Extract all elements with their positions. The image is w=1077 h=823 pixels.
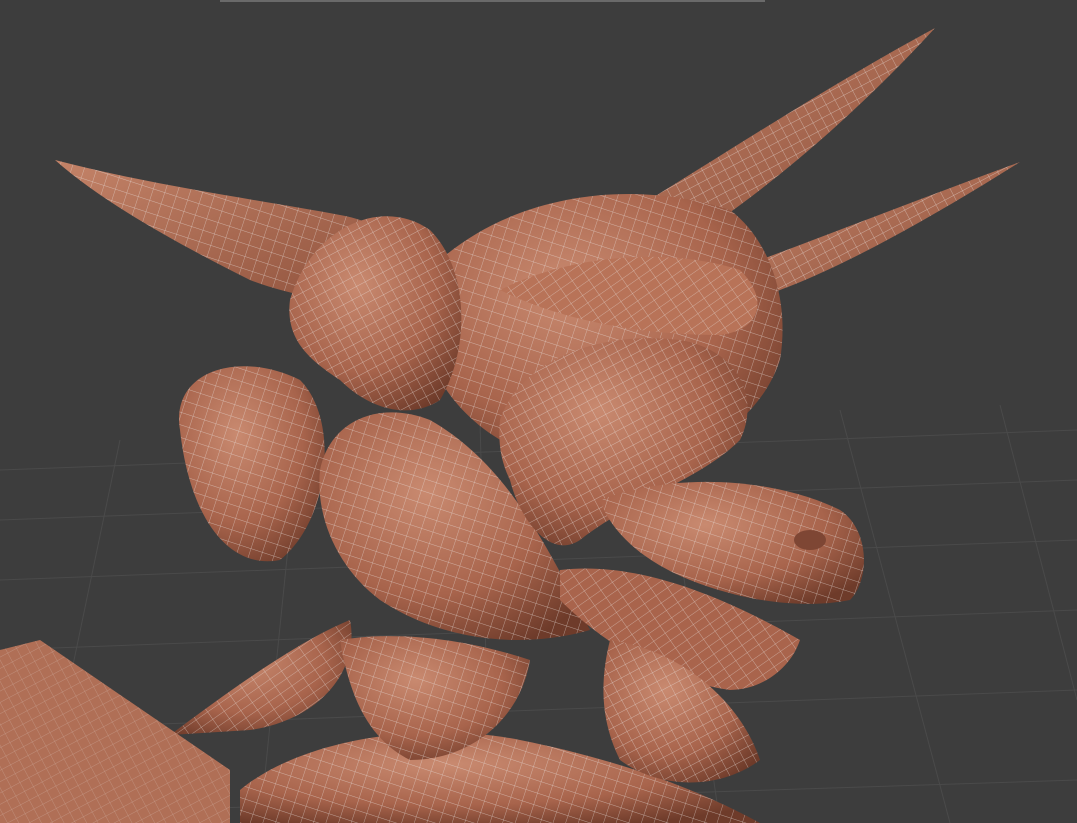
viewport-canvas[interactable]	[0, 0, 1077, 823]
body-back-mesh[interactable]	[179, 366, 325, 562]
nostril-icon	[794, 530, 826, 550]
viewport-top-border	[220, 0, 765, 2]
3d-viewport[interactable]	[0, 0, 1077, 823]
horn-right-lower[interactable]	[750, 162, 1020, 300]
